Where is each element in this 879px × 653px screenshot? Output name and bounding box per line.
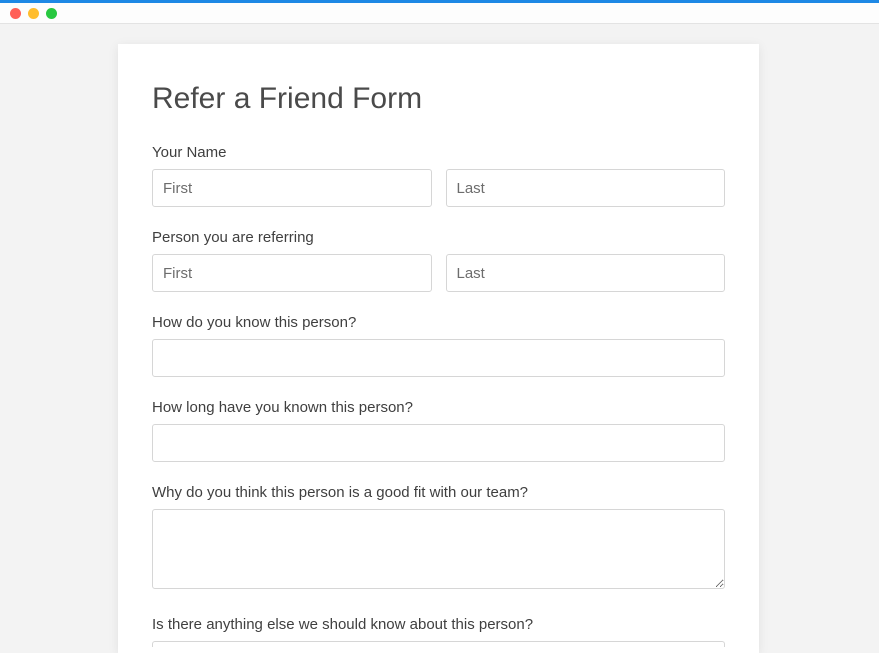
good-fit-label: Why do you think this person is a good f… <box>152 484 725 501</box>
browser-window: Refer a Friend Form Your Name Person you… <box>0 0 879 653</box>
zoom-icon[interactable] <box>46 8 57 19</box>
your-name-group: Your Name <box>152 144 725 207</box>
anything-else-input[interactable] <box>152 641 725 647</box>
how-long-input[interactable] <box>152 424 725 462</box>
minimize-icon[interactable] <box>28 8 39 19</box>
referral-last-name-input[interactable] <box>446 254 726 292</box>
referral-name-group: Person you are referring <box>152 229 725 292</box>
referral-first-name-input[interactable] <box>152 254 432 292</box>
form-card: Refer a Friend Form Your Name Person you… <box>118 44 759 653</box>
close-icon[interactable] <box>10 8 21 19</box>
anything-else-group: Is there anything else we should know ab… <box>152 616 725 647</box>
your-name-label: Your Name <box>152 144 725 161</box>
your-last-name-input[interactable] <box>446 169 726 207</box>
your-first-name-input[interactable] <box>152 169 432 207</box>
how-long-group: How long have you known this person? <box>152 399 725 462</box>
page-title: Refer a Friend Form <box>152 82 725 116</box>
good-fit-textarea[interactable] <box>152 509 725 589</box>
good-fit-group: Why do you think this person is a good f… <box>152 484 725 594</box>
how-know-input[interactable] <box>152 339 725 377</box>
your-name-row <box>152 169 725 207</box>
page-viewport: Refer a Friend Form Your Name Person you… <box>0 24 879 653</box>
referral-name-label: Person you are referring <box>152 229 725 246</box>
referral-name-row <box>152 254 725 292</box>
how-know-label: How do you know this person? <box>152 314 725 331</box>
window-titlebar <box>0 0 879 24</box>
anything-else-label: Is there anything else we should know ab… <box>152 616 725 633</box>
how-know-group: How do you know this person? <box>152 314 725 377</box>
how-long-label: How long have you known this person? <box>152 399 725 416</box>
